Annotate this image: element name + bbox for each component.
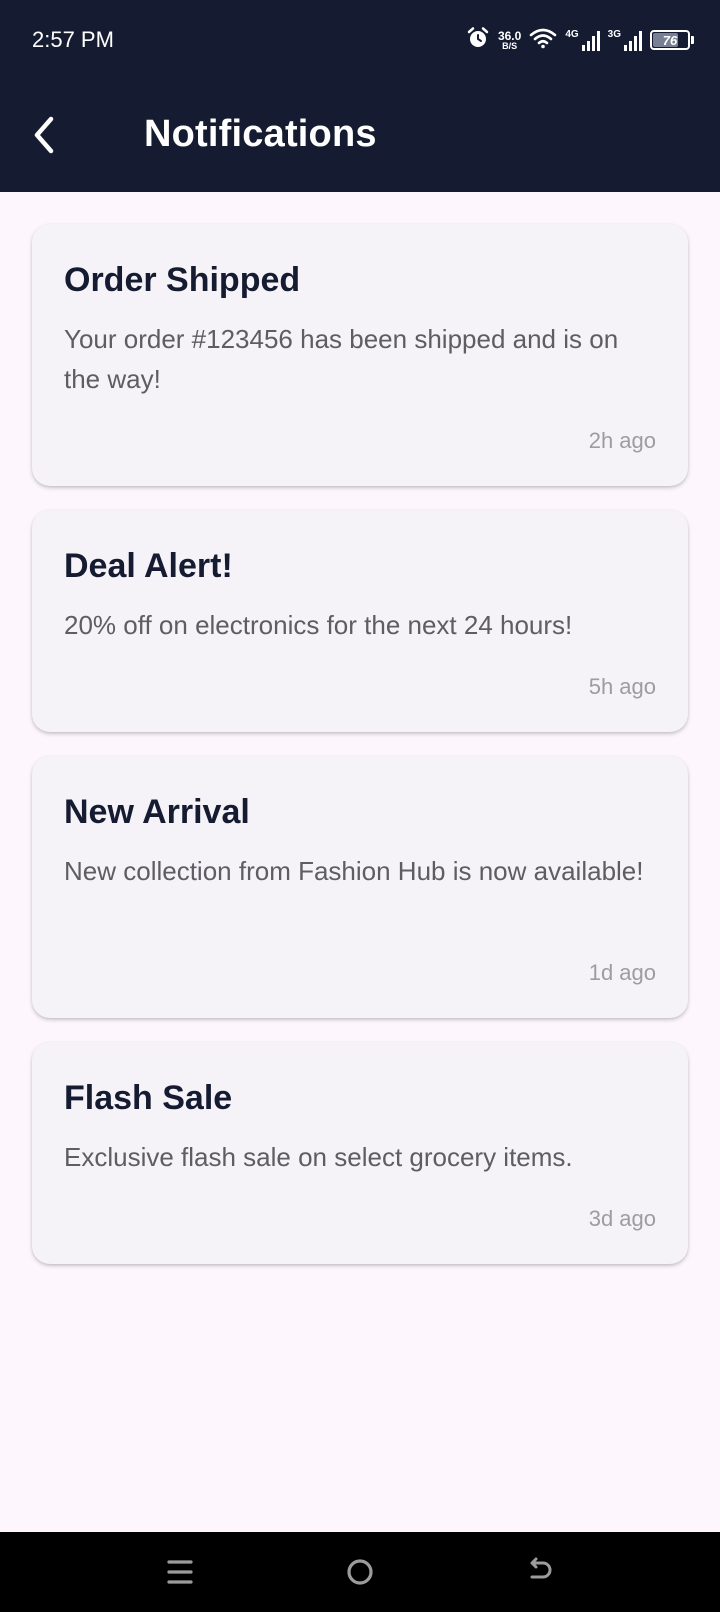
notification-message: New collection from Fashion Hub is now a… (64, 855, 644, 886)
back-arrow-icon (34, 116, 54, 154)
notification-time: 1d ago (588, 960, 656, 985)
notification-title: Flash Sale (64, 1079, 233, 1117)
back-nav-icon (530, 1557, 552, 1579)
network-speed-unit: B/S (502, 40, 518, 51)
notification-title: Order Shipped (64, 261, 301, 299)
notification-time: 3d ago (588, 1206, 656, 1231)
notification-time: 5h ago (588, 674, 656, 699)
signal-3g-label: 3G (607, 29, 621, 40)
signal-3g: 3G (608, 29, 642, 51)
menu-button[interactable] (145, 1544, 215, 1600)
notification-card[interactable]: Deal Alert! 20% off on electronics for t… (32, 510, 688, 732)
menu-icon (167, 1560, 193, 1584)
notification-card[interactable]: Flash Sale Exclusive flash sale on selec… (32, 1042, 688, 1264)
notification-message: Your order #123456 has been shipped and … (64, 323, 619, 394)
back-button[interactable] (22, 110, 66, 160)
home-icon (347, 1559, 373, 1585)
status-bar: 2:57 PM 36.0 B/S 4G 3G 76 (0, 0, 720, 80)
notification-title: Deal Alert! (64, 547, 233, 585)
notification-message: 20% off on electronics for the next 24 h… (64, 609, 573, 640)
home-button[interactable] (325, 1544, 395, 1600)
status-time: 2:57 PM (32, 27, 114, 52)
system-nav-bar (0, 1532, 720, 1612)
page-title: Notifications (144, 113, 377, 155)
network-speed: 36.0 B/S (498, 30, 521, 51)
battery-icon: 76 (650, 30, 694, 50)
notification-time: 2h ago (588, 428, 656, 453)
app-bar: 2:57 PM 36.0 B/S 4G 3G 76 Notifications (0, 0, 720, 192)
wifi-icon (529, 27, 557, 54)
notification-message: Exclusive flash sale on select grocery i… (64, 1141, 573, 1172)
notification-card[interactable]: New Arrival New collection from Fashion … (32, 756, 688, 1018)
notification-title: New Arrival (64, 793, 250, 831)
notification-card[interactable]: Order Shipped Your order #123456 has bee… (32, 224, 688, 486)
status-icons: 36.0 B/S 4G 3G 76 (466, 24, 694, 56)
alarm-icon (466, 26, 490, 55)
network-speed-value: 36.0 (497, 28, 522, 43)
battery-level: 76 (662, 32, 678, 48)
nav-back-button[interactable] (505, 1544, 575, 1600)
signal-4g-label: 4G (565, 29, 579, 40)
signal-4g: 4G (565, 29, 600, 51)
